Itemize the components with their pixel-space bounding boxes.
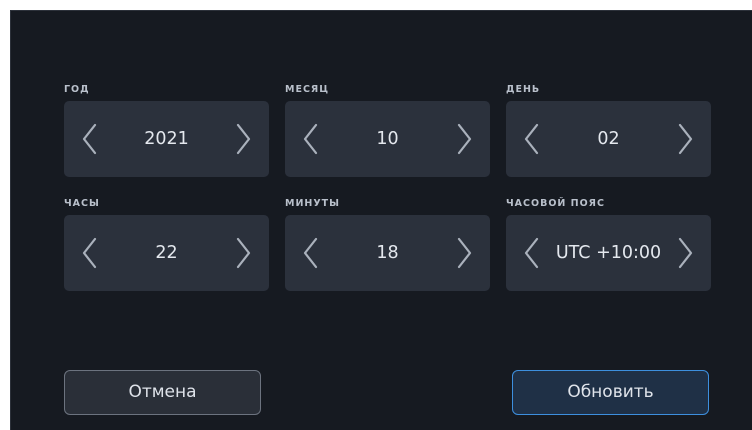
year-label: ГОД (64, 84, 90, 95)
day-value: 02 (597, 129, 620, 149)
day-decrement-button[interactable] (520, 121, 544, 157)
year-stepper: 2021 (64, 101, 269, 177)
minutes-decrement-button[interactable] (299, 235, 323, 271)
chevron-left-icon (524, 237, 539, 269)
update-button[interactable]: Обновить (512, 370, 709, 415)
timezone-stepper: UTC +10:00 (506, 215, 711, 291)
minutes-label: МИНУТЫ (285, 198, 341, 209)
hours-stepper: 22 (64, 215, 269, 291)
chevron-left-icon (524, 123, 539, 155)
chevron-right-icon (678, 237, 693, 269)
hours-increment-button[interactable] (231, 235, 255, 271)
month-label: МЕСЯЦ (285, 84, 330, 95)
month-value: 10 (376, 129, 399, 149)
day-label: ДЕНЬ (506, 84, 541, 95)
timezone-label: ЧАСОВОЙ ПОЯС (506, 198, 605, 209)
chevron-left-icon (82, 123, 97, 155)
hours-label: ЧАСЫ (64, 198, 100, 209)
date-time-dialog: ГОД 2021 МЕСЯЦ 10 ДЕНЬ 02 ЧАСЫ 22 МИНУТЫ… (10, 10, 752, 430)
chevron-right-icon (236, 237, 251, 269)
hours-value: 22 (155, 243, 178, 263)
month-decrement-button[interactable] (299, 121, 323, 157)
timezone-value: UTC +10:00 (555, 243, 662, 263)
timezone-increment-button[interactable] (673, 235, 697, 271)
minutes-value: 18 (376, 243, 399, 263)
day-stepper: 02 (506, 101, 711, 177)
year-increment-button[interactable] (231, 121, 255, 157)
chevron-left-icon (303, 237, 318, 269)
year-decrement-button[interactable] (78, 121, 102, 157)
timezone-decrement-button[interactable] (520, 235, 544, 271)
year-value: 2021 (144, 129, 189, 149)
day-increment-button[interactable] (673, 121, 697, 157)
month-stepper: 10 (285, 101, 490, 177)
chevron-right-icon (678, 123, 693, 155)
month-increment-button[interactable] (452, 121, 476, 157)
chevron-right-icon (236, 123, 251, 155)
minutes-stepper: 18 (285, 215, 490, 291)
chevron-left-icon (82, 237, 97, 269)
hours-decrement-button[interactable] (78, 235, 102, 271)
chevron-left-icon (303, 123, 318, 155)
cancel-button[interactable]: Отмена (64, 370, 261, 415)
minutes-increment-button[interactable] (452, 235, 476, 271)
chevron-right-icon (457, 237, 472, 269)
chevron-right-icon (457, 123, 472, 155)
